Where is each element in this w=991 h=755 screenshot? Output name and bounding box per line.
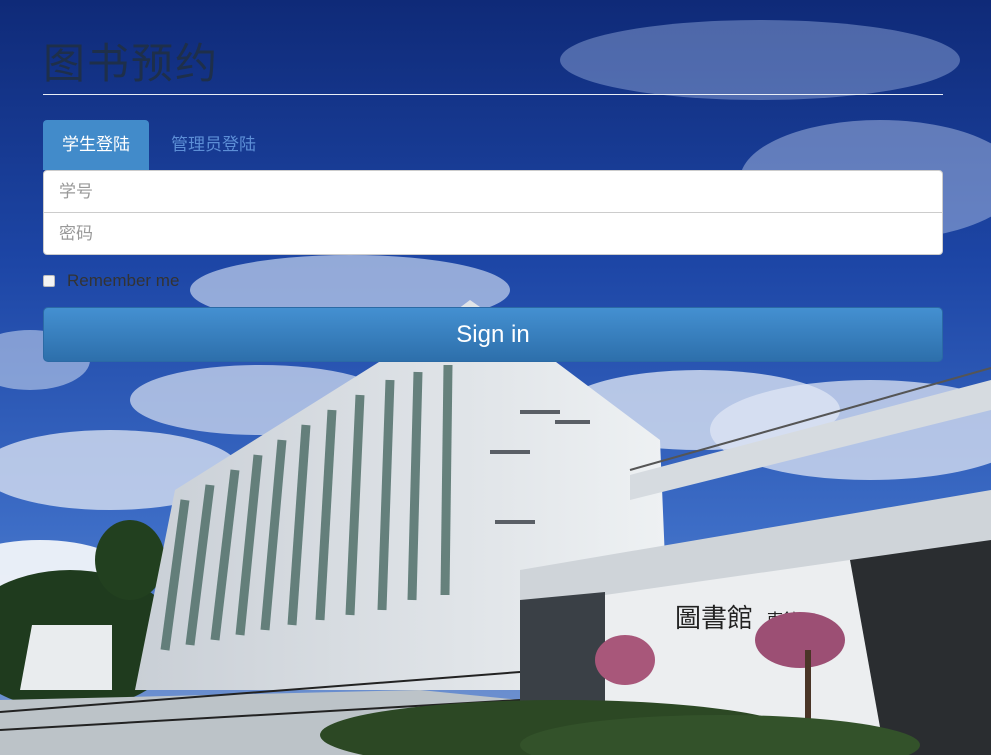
- remember-me-checkbox[interactable]: [43, 275, 55, 287]
- sign-in-button[interactable]: Sign in: [43, 307, 943, 362]
- login-tabs: 学生登陆 管理员登陆: [43, 120, 943, 170]
- login-panel: 图书预约 学生登陆 管理员登陆 Remember me Sign in: [43, 0, 943, 362]
- tab-admin-login[interactable]: 管理员登陆: [149, 120, 275, 170]
- tab-student-login[interactable]: 学生登陆: [43, 120, 149, 170]
- building-sign-text: 圖書館: [675, 604, 753, 634]
- page-title: 图书预约: [43, 0, 943, 95]
- remember-me-label: Remember me: [67, 271, 180, 290]
- remember-me-row: Remember me: [43, 271, 943, 291]
- password-input[interactable]: [43, 212, 943, 255]
- student-id-input[interactable]: [43, 170, 943, 213]
